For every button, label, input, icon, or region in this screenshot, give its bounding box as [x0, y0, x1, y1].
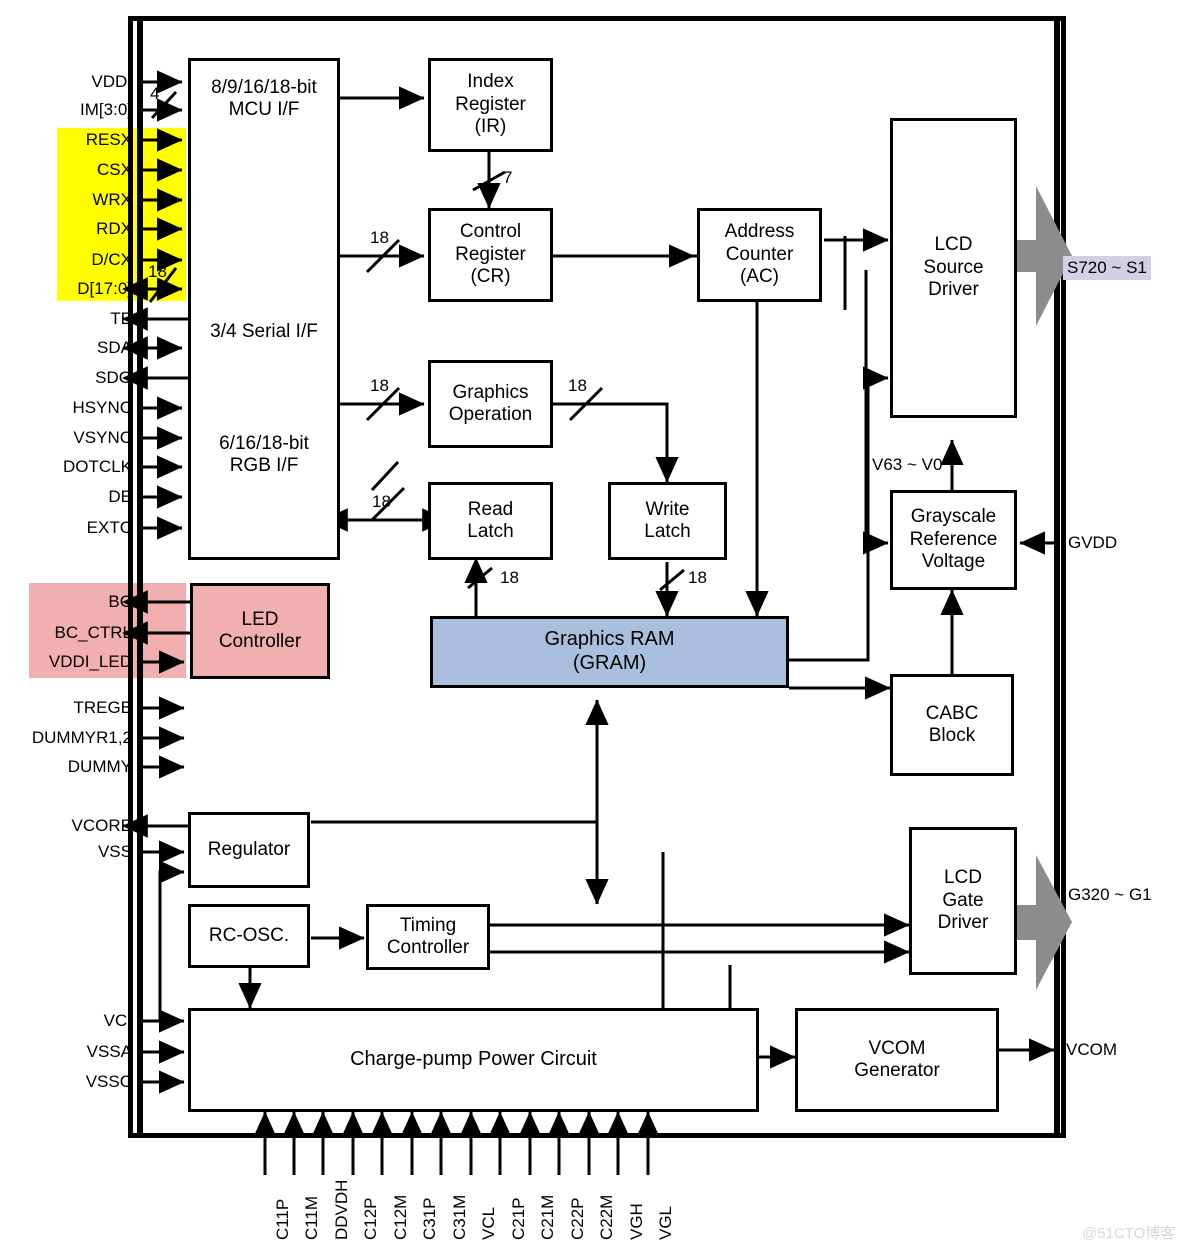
serial-if-label: 3/4 Serial I/F [210, 321, 318, 342]
graphics-operation-block: Graphics Operation [428, 360, 553, 448]
bottom-pin-label-c12p: C12P [361, 1197, 380, 1240]
bottom-pin-label-c22p: C22P [568, 1197, 587, 1240]
pin-label-dotclk: DOTCLK [63, 457, 132, 476]
lcd-gate-driver-block: LCD Gate Driver [909, 827, 1017, 975]
address-counter-block: Address Counter (AC) [697, 208, 822, 302]
bus-label-gram-rl: 18 [500, 568, 519, 587]
bottom-pin-label-c12m: C12M [391, 1194, 410, 1240]
pin-label-wrx: WRX [92, 190, 132, 209]
mcu-if-label: 8/9/16/18-bit MCU I/F [211, 77, 317, 121]
grayscale-reference-voltage-block: Grayscale Reference Voltage [890, 490, 1017, 590]
rgb-if-label: 6/16/18-bit RGB I/F [219, 433, 309, 477]
pin-label-bc-ctrl: BC_CTRL [54, 623, 132, 642]
block-diagram-canvas: 8/9/16/18-bit MCU I/F 3/4 Serial I/F 6/1… [0, 0, 1184, 1249]
pin-label-vcom: VCOM [1066, 1040, 1117, 1059]
led-controller-block: LED Controller [190, 583, 330, 679]
lcd-source-driver-block: LCD Source Driver [890, 118, 1017, 418]
pin-label-sdo: SDO [95, 368, 132, 387]
bottom-pin-label-vgl: VGL [656, 1205, 675, 1240]
timing-controller-block: Timing Controller [366, 904, 490, 970]
bus-label-wl-gram: 18 [688, 568, 707, 587]
pin-label-g320-g1: G320 ~ G1 [1068, 885, 1152, 904]
pin-label-hsync: HSYNC [72, 398, 132, 417]
pin-label-de: DE [108, 487, 132, 506]
bus-label-gop-wl: 18 [568, 376, 587, 395]
pin-label-sda: SDA [97, 338, 132, 357]
charge-pump-block: Charge-pump Power Circuit [188, 1008, 759, 1112]
bus-label-rgb-gop: 18 [370, 376, 389, 395]
pin-label-vcore: VCORE [71, 816, 132, 835]
index-register-block: Index Register (IR) [428, 58, 553, 152]
bottom-pin-label-c22m: C22M [597, 1194, 616, 1240]
bottom-pin-label-vcl: VCL [479, 1206, 498, 1240]
control-register-block: Control Register (CR) [428, 208, 553, 302]
bus-label-ir-to-cr: 7 [503, 168, 513, 187]
pin-label-tregb: TREGB [73, 698, 132, 717]
bottom-pin-label-ddvdh: DDVDH [332, 1179, 351, 1240]
pin-label-dummy: DUMMY [67, 757, 132, 776]
pin-label-d17-0: D[17:0] [77, 279, 132, 298]
pin-label-csx: CSX [97, 160, 132, 179]
pin-label-vci: VCI [103, 1011, 132, 1030]
bus-label-rl-if: 18 [372, 492, 391, 511]
bus-label-data: 18 [148, 262, 167, 281]
pin-label-im: IM[3:0] [80, 100, 132, 119]
vcom-generator-block: VCOM Generator [795, 1008, 999, 1112]
bottom-pin-label-c11m: C11M [302, 1195, 321, 1240]
pin-label-s720-s1: S720 ~ S1 [1063, 256, 1151, 280]
pin-label-dummyr12: DUMMYR1,2 [31, 728, 132, 747]
pin-label-dcx: D/CX [91, 250, 132, 269]
read-latch-block: Read Latch [428, 482, 553, 560]
pin-label-vssa: VSSA [86, 1042, 132, 1061]
watermark: @51CTO博客 [1082, 1225, 1176, 1242]
rc-osc-block: RC-OSC. [188, 904, 310, 968]
pin-label-rdx: RDX [96, 219, 132, 238]
bottom-pin-label-c11p: C11P [273, 1198, 292, 1240]
grayscale-rail-label: V63 ~ V0 [872, 455, 943, 474]
pin-label-vssc: VSSC [85, 1072, 132, 1091]
graphics-ram-block: Graphics RAM (GRAM) [430, 616, 789, 688]
pin-label-vsync: VSYNC [73, 428, 132, 447]
bottom-pin-label-c31p: C31P [420, 1197, 439, 1240]
pin-label-resx: RESX [85, 130, 132, 149]
bus-label-serial-cr: 18 [370, 228, 389, 247]
pin-label-vddi: VDDI [91, 72, 132, 91]
cabc-block: CABC Block [890, 674, 1014, 776]
pin-label-te: TE [110, 309, 132, 328]
bottom-pin-label-c31m: C31M [450, 1194, 469, 1240]
pin-label-extc: EXTC [86, 518, 132, 537]
pin-label-vss: VSS [97, 842, 132, 861]
interface-block: 8/9/16/18-bit MCU I/F 3/4 Serial I/F 6/1… [188, 58, 340, 560]
bottom-pin-label-c21p: C21P [509, 1197, 528, 1240]
pin-label-bc: BC [108, 592, 132, 611]
bottom-pin-label-c21m: C21M [538, 1194, 557, 1240]
write-latch-block: Write Latch [608, 482, 727, 560]
pin-label-gvdd: GVDD [1068, 533, 1118, 552]
bottom-pin-label-vgh: VGH [627, 1203, 646, 1240]
regulator-block: Regulator [188, 812, 310, 888]
pin-label-vddi-led: VDDI_LED [48, 652, 132, 671]
bus-label-im: 4 [150, 84, 160, 103]
